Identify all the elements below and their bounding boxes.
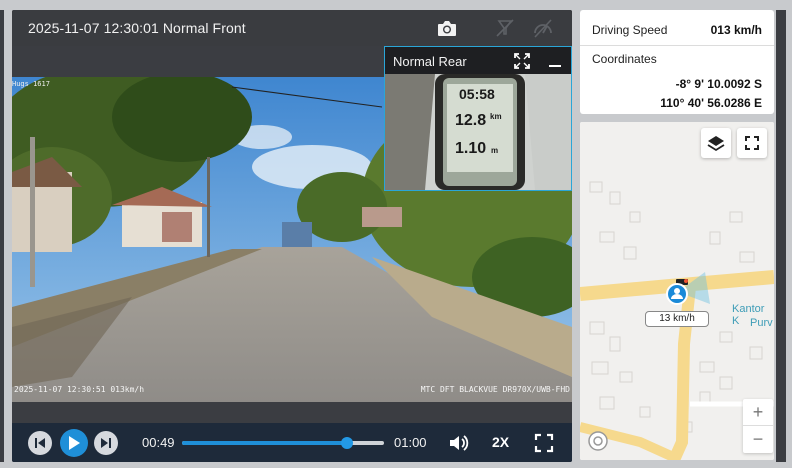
map-panel[interactable]: 13 km/h Kantor K Purv + − bbox=[580, 122, 774, 460]
camera-icon[interactable] bbox=[434, 16, 460, 40]
rear-header: Normal Rear bbox=[385, 47, 571, 74]
fullscreen-icon[interactable] bbox=[534, 433, 554, 458]
zoom-in-button[interactable]: + bbox=[743, 399, 773, 426]
osd-top-label: Hugs 1617 bbox=[12, 80, 50, 88]
video-osd: 2025-11-07 12:30:51 013km/h MTC DFT BLAC… bbox=[14, 383, 570, 397]
map-fullscreen-icon[interactable] bbox=[737, 128, 767, 158]
layers-icon[interactable] bbox=[701, 128, 731, 158]
info-panel: Driving Speed 013 km/h Coordinates -8° 9… bbox=[580, 10, 774, 114]
vehicle-marker-icon[interactable] bbox=[666, 279, 692, 312]
gps-distance-unit: km bbox=[490, 112, 502, 121]
expand-icon[interactable] bbox=[513, 52, 531, 75]
gps-altitude-unit: m bbox=[491, 146, 499, 155]
coordinates-label: Coordinates bbox=[592, 52, 657, 66]
osd-device: MTC DFT BLACKVUE DR970X/UWB-FHD bbox=[420, 385, 570, 394]
seek-bar[interactable] bbox=[182, 437, 384, 449]
no-signal-icon[interactable] bbox=[492, 16, 518, 40]
seek-bar-fill bbox=[182, 441, 348, 445]
speed-row: Driving Speed 013 km/h bbox=[580, 10, 774, 46]
total-time: 01:00 bbox=[394, 435, 427, 450]
playback-speed-button[interactable]: 2X bbox=[492, 434, 509, 450]
no-speed-icon[interactable] bbox=[530, 16, 556, 40]
rear-title: Normal Rear bbox=[393, 54, 467, 69]
latitude-value: -8° 9' 10.0092 S bbox=[675, 77, 762, 91]
gps-time: 05:58 bbox=[459, 86, 495, 102]
speed-label: Driving Speed bbox=[592, 23, 668, 37]
speed-value: 013 km/h bbox=[710, 23, 762, 37]
gps-altitude: 1.10 bbox=[455, 140, 487, 157]
osd-timestamp: 2025-11-07 12:30:51 013km/h bbox=[14, 385, 145, 394]
player-header: 2025-11-07 12:30:01 Normal Front bbox=[12, 10, 572, 46]
play-button[interactable] bbox=[60, 429, 88, 457]
rear-video-frame: 05:58 12.8 km 1.10 m bbox=[385, 74, 571, 190]
next-icon[interactable] bbox=[94, 431, 118, 455]
rear-camera-pip[interactable]: Normal Rear 05:58 12.8 km 1.10 m bbox=[384, 46, 572, 191]
video-player: 2025-11-07 12:30:01 Normal Front Hugs 16… bbox=[12, 10, 572, 462]
map-logo-icon bbox=[587, 430, 609, 457]
current-time: 00:49 bbox=[142, 435, 175, 450]
longitude-value: 110° 40' 56.0286 E bbox=[660, 96, 762, 110]
app-root: 2025-11-07 12:30:01 Normal Front Hugs 16… bbox=[0, 0, 792, 468]
zoom-out-button[interactable]: − bbox=[743, 426, 773, 453]
previous-icon[interactable] bbox=[28, 431, 52, 455]
poi-label-line2: Purv bbox=[750, 317, 773, 329]
playback-controls: 00:49 01:00 2X bbox=[12, 423, 572, 462]
right-edge bbox=[776, 10, 786, 462]
gps-distance: 12.8 bbox=[455, 112, 487, 129]
zoom-control: + − bbox=[743, 399, 773, 453]
player-title: 2025-11-07 12:30:01 Normal Front bbox=[28, 20, 246, 36]
seek-handle[interactable] bbox=[341, 437, 354, 449]
left-edge bbox=[0, 10, 4, 462]
volume-icon[interactable] bbox=[448, 433, 470, 458]
minimize-icon[interactable] bbox=[547, 52, 563, 75]
marker-speed-label: 13 km/h bbox=[645, 311, 709, 327]
